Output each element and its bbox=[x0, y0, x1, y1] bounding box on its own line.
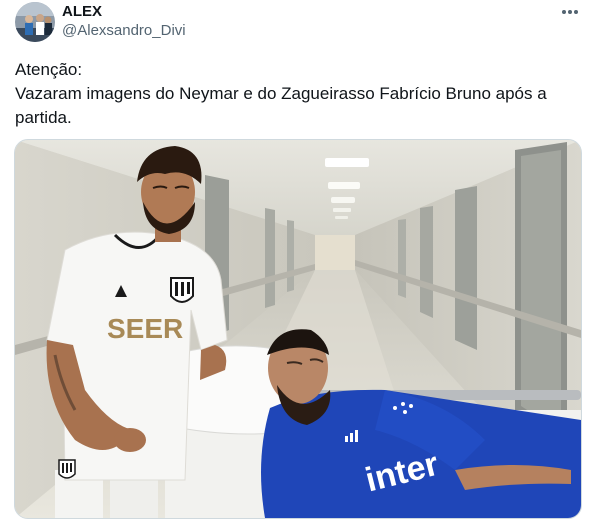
tweet-photo[interactable]: inter SEER bbox=[14, 139, 582, 519]
author-handle[interactable]: @Alexsandro_Divi bbox=[62, 22, 186, 39]
hospital-scene-image: inter SEER bbox=[15, 140, 581, 518]
more-options-button[interactable] bbox=[556, 0, 584, 24]
more-options-icon bbox=[562, 10, 578, 14]
author-avatar[interactable] bbox=[15, 2, 55, 42]
tweet-text-line: Atenção: bbox=[15, 60, 83, 79]
author-name[interactable]: ALEX bbox=[62, 3, 102, 20]
tweet-card: ALEX @Alexsandro_Divi Atenção: Vazaram i… bbox=[0, 0, 603, 528]
tweet-text: Atenção: Vazaram imagens do Neymar e do … bbox=[15, 58, 575, 130]
santos-crest-icon bbox=[170, 277, 194, 303]
left-kit-sponsor-text: SEER bbox=[107, 313, 183, 344]
tweet-text-line: Vazaram imagens do Neymar e do Zagueiras… bbox=[15, 84, 547, 103]
tweet-text-line: partida. bbox=[15, 108, 72, 127]
avatar-image bbox=[15, 2, 55, 42]
shorts-crest-icon bbox=[58, 459, 76, 479]
